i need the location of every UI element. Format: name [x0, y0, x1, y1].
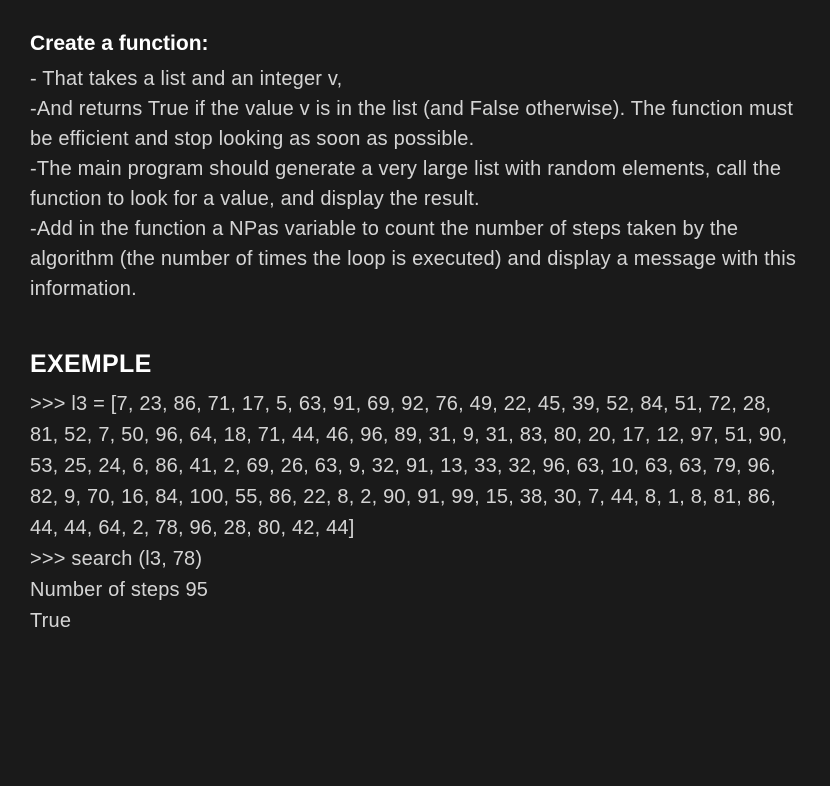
example-code: >>> l3 = [7, 23, 86, 71, 17, 5, 63, 91, … [30, 389, 800, 637]
requirement-4: -Add in the function a NPas variable to … [30, 214, 800, 304]
requirement-3: -The main program should generate a very… [30, 154, 800, 214]
requirement-2: -And returns True if the value v is in t… [30, 94, 800, 154]
requirement-1: - That takes a list and an integer v, [30, 64, 800, 94]
code-line-function-call: >>> search (l3, 78) [30, 544, 800, 575]
example-heading: EXEMPLE [30, 346, 800, 384]
code-line-list-definition: >>> l3 = [7, 23, 86, 71, 17, 5, 63, 91, … [30, 389, 800, 544]
code-line-steps-output: Number of steps 95 [30, 575, 800, 606]
code-line-result-output: True [30, 606, 800, 637]
problem-statement: Create a function: - That takes a list a… [30, 28, 800, 304]
main-heading: Create a function: [30, 28, 800, 60]
